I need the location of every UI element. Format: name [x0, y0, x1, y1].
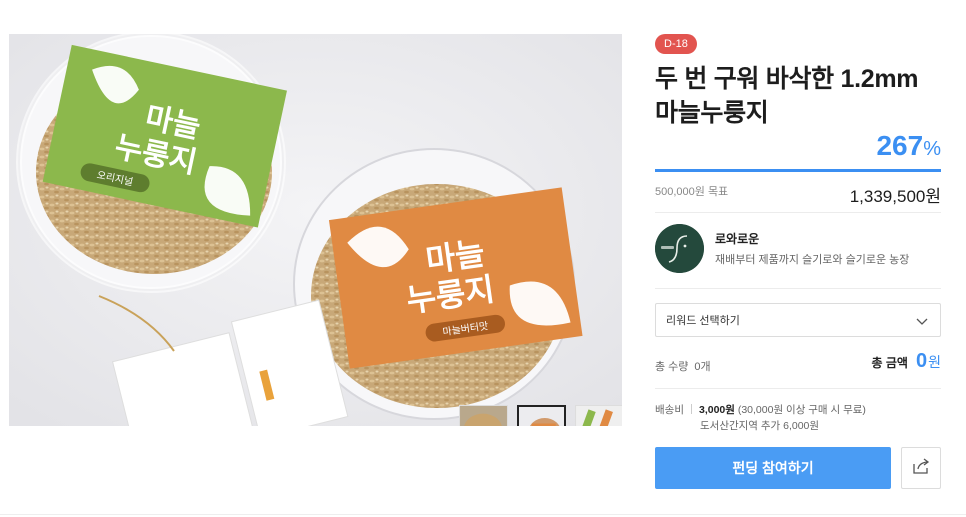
thumbnail-1[interactable] — [459, 405, 508, 426]
percent-unit: % — [923, 138, 941, 160]
percent-value: 267 — [876, 130, 924, 161]
separator — [690, 404, 692, 414]
total-price: 총 금액 0 원 — [872, 350, 941, 373]
funding-percent: 267% — [876, 130, 941, 162]
quantity-label: 총 수량 — [655, 361, 689, 373]
bottom-divider — [0, 514, 966, 515]
divider — [655, 288, 941, 289]
product-photo: 마늘 누룽지 오리지널 마늘 누룽지 마늘버터맛 — [9, 34, 622, 426]
maker-name[interactable]: 로와로운 — [715, 230, 909, 247]
maker-info[interactable]: 로와로운 재배부터 제품까지 슬기로와 슬기로운 농장 — [655, 224, 909, 273]
shipping-note: (30,000원 이상 구매 시 무료) — [737, 404, 866, 416]
maker-logo-icon[interactable] — [655, 224, 704, 273]
fund-participate-button[interactable]: 펀딩 참여하기 — [655, 447, 891, 489]
shipping-fee: 3,000원 — [698, 404, 735, 416]
total-quantity: 총 수량 0개 — [655, 358, 711, 374]
goal-amount: 500,000원 목표 — [655, 186, 729, 198]
thumbnail-2[interactable] — [517, 405, 566, 426]
product-main-image: 마늘 누룽지 오리지널 마늘 누룽지 마늘버터맛 — [9, 34, 622, 426]
funding-progress-fill — [655, 169, 941, 172]
shipping-info: 배송비 3,000원 (30,000원 이상 구매 시 무료) — [655, 402, 866, 417]
quantity-value: 0개 — [694, 361, 711, 373]
total-unit: 원 — [928, 354, 941, 370]
shipping-label: 배송비 — [655, 404, 684, 416]
reward-select-dropdown[interactable]: 리워드 선택하기 — [655, 303, 941, 337]
total-label: 총 금액 — [871, 356, 908, 370]
raised-amount: 1,339,500원 — [849, 187, 941, 206]
divider — [655, 388, 941, 389]
maker-description: 재배부터 제품까지 슬기로와 슬기로운 농장 — [715, 254, 910, 266]
project-title: 두 번 구워 바삭한 1.2mm 마늘누룽지 — [655, 65, 919, 127]
share-button[interactable] — [901, 447, 941, 489]
dday-badge: D-18 — [655, 34, 697, 54]
reward-select-label: 리워드 선택하기 — [666, 315, 740, 327]
funding-progress-bar — [655, 169, 941, 172]
thumbnail-strip — [459, 405, 622, 426]
thumbnail-3[interactable] — [575, 405, 622, 426]
shipping-extra: 도서산간지역 추가 6,000원 — [700, 420, 820, 432]
divider — [655, 212, 941, 213]
total-value: 0 — [915, 350, 928, 372]
chevron-down-icon — [916, 311, 928, 330]
share-icon — [911, 457, 931, 479]
